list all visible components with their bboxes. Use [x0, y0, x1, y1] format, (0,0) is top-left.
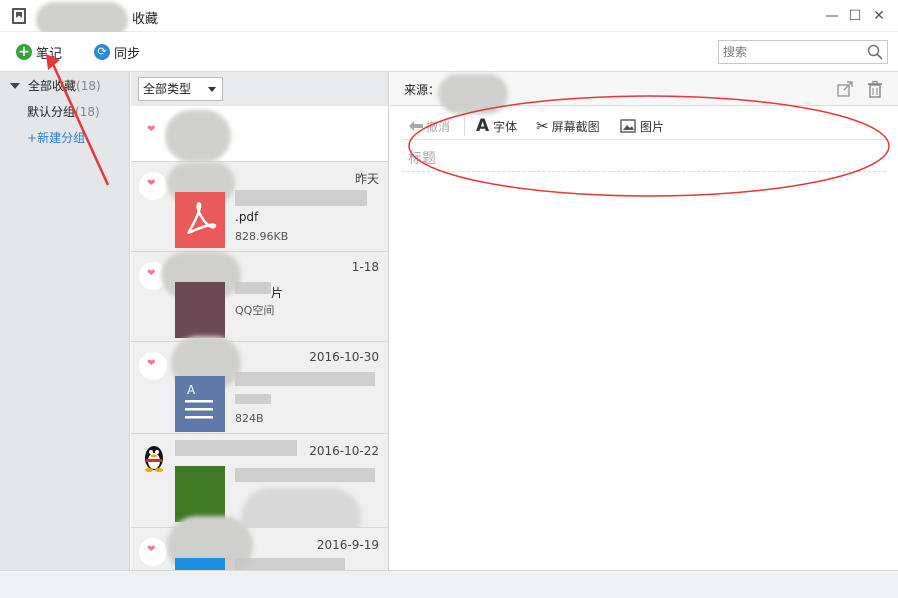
content-header: 来源：: [390, 72, 898, 114]
font-a-icon: A: [476, 116, 490, 136]
undo-label: 撤消: [426, 119, 451, 134]
image-button[interactable]: 图片: [620, 116, 664, 136]
sidebar-item-all[interactable]: 全部收藏(18): [0, 74, 130, 98]
editor-toolbar: 撤消 A 字体 ✂ 屏幕截图 图片: [402, 112, 886, 140]
caret-down-icon: [10, 83, 20, 89]
picture-icon: [620, 119, 636, 133]
list-item[interactable]: 1-18 片 QQ空间: [131, 252, 388, 342]
plus-circle-icon: +: [16, 44, 32, 60]
status-bar: [0, 570, 898, 598]
pixelated-text: [235, 282, 271, 294]
blurred-avatar: [165, 110, 231, 162]
note-content: 来源： 撤消 A 字体 ✂ 屏幕截图 图片: [390, 72, 898, 570]
undo-button[interactable]: 撤消: [408, 116, 450, 136]
search-box: [718, 40, 888, 64]
list-item[interactable]: 2016-10-30 A 824B: [131, 336, 388, 434]
screenshot-label: 屏幕截图: [551, 119, 600, 134]
sidebar-item-label: 新建分组: [37, 131, 86, 145]
blue-thumbnail: [175, 558, 225, 570]
sync-label: 同步: [114, 46, 141, 62]
item-title: 片: [271, 286, 284, 300]
divider: [464, 116, 465, 136]
sidebar-item-new-group[interactable]: +新建分组: [0, 126, 130, 150]
list-item[interactable]: 2016-10-22: [131, 434, 388, 548]
avatar: [139, 538, 167, 566]
pixelated-text: [235, 372, 375, 386]
image-label: 图片: [640, 119, 665, 134]
qq-penguin-icon: [145, 446, 163, 472]
pixelated-text: [235, 190, 367, 206]
type-filter-value: 全部类型: [143, 82, 192, 96]
item-sub: QQ空间: [235, 304, 275, 317]
sidebar: 全部收藏(18) 默认分组(18) +新建分组: [0, 72, 130, 570]
favorites-list: 全部类型 昨天 .pdf 828.96KB 1-18 片 QQ空间 2016-1…: [131, 72, 389, 570]
plus-icon: +: [27, 131, 38, 145]
item-sub: 824B: [235, 412, 264, 425]
pixelated-text: [175, 440, 297, 456]
avatar: [139, 172, 167, 200]
pixelated-text: [235, 468, 375, 482]
sidebar-item-count: (18): [76, 79, 101, 93]
avatar: [139, 118, 167, 146]
sync-icon: ⟳: [94, 44, 110, 60]
blurred-avatar: [438, 74, 508, 114]
trash-icon[interactable]: [866, 80, 884, 98]
title-input[interactable]: [402, 146, 886, 172]
list-item[interactable]: [131, 106, 388, 162]
bookmark-icon: [12, 8, 26, 24]
ad-thumbnail: [175, 466, 225, 522]
note-button[interactable]: + 笔记: [16, 42, 62, 62]
item-sub: 828.96KB: [235, 230, 289, 243]
pdf-icon: [175, 192, 225, 248]
avatar: [139, 352, 167, 380]
note-label: 笔记: [36, 46, 63, 62]
screenshot-button[interactable]: ✂ 屏幕截图: [536, 116, 600, 136]
sidebar-item-label: 默认分组: [27, 105, 76, 119]
item-date: 2016-9-19: [316, 538, 379, 552]
scissors-icon: ✂: [536, 117, 549, 135]
pixelated-text: [235, 394, 271, 404]
pixelated-text: [235, 558, 345, 570]
photo-thumbnail: [175, 282, 225, 338]
document-icon: A: [175, 376, 225, 432]
sidebar-item-count: (18): [75, 105, 100, 119]
item-title: .pdf: [235, 210, 259, 224]
search-input[interactable]: [719, 41, 857, 63]
minimize-button[interactable]: —: [822, 6, 842, 26]
list-item[interactable]: 昨天 .pdf 828.96KB: [131, 162, 388, 252]
source-label: 来源：: [404, 83, 441, 97]
item-date: 1-18: [351, 260, 379, 274]
undo-arrow-icon: [409, 121, 423, 131]
share-icon[interactable]: [836, 80, 854, 98]
sync-button[interactable]: ⟳ 同步: [94, 42, 140, 62]
maximize-button[interactable]: ☐: [845, 6, 865, 26]
font-button[interactable]: A 字体: [476, 116, 517, 136]
sidebar-item-default[interactable]: 默认分组(18): [0, 100, 130, 124]
type-filter-select[interactable]: 全部类型: [138, 77, 223, 101]
svg-text:A: A: [187, 383, 196, 397]
item-date: 昨天: [354, 172, 379, 186]
close-button[interactable]: ✕: [869, 6, 889, 26]
sidebar-item-label: 全部收藏: [28, 79, 77, 93]
item-date: 2016-10-22: [309, 444, 379, 458]
item-date: 2016-10-30: [309, 350, 379, 364]
list-item[interactable]: 2016-9-19: [131, 516, 388, 570]
magnifier-icon[interactable]: [867, 44, 883, 60]
window-title: 收藏: [132, 12, 159, 27]
chevron-down-icon: [208, 87, 216, 92]
toolbar: + 笔记 ⟳ 同步: [0, 32, 898, 72]
title-bar: 收藏 — ☐ ✕: [0, 0, 898, 38]
font-label: 字体: [493, 119, 518, 134]
